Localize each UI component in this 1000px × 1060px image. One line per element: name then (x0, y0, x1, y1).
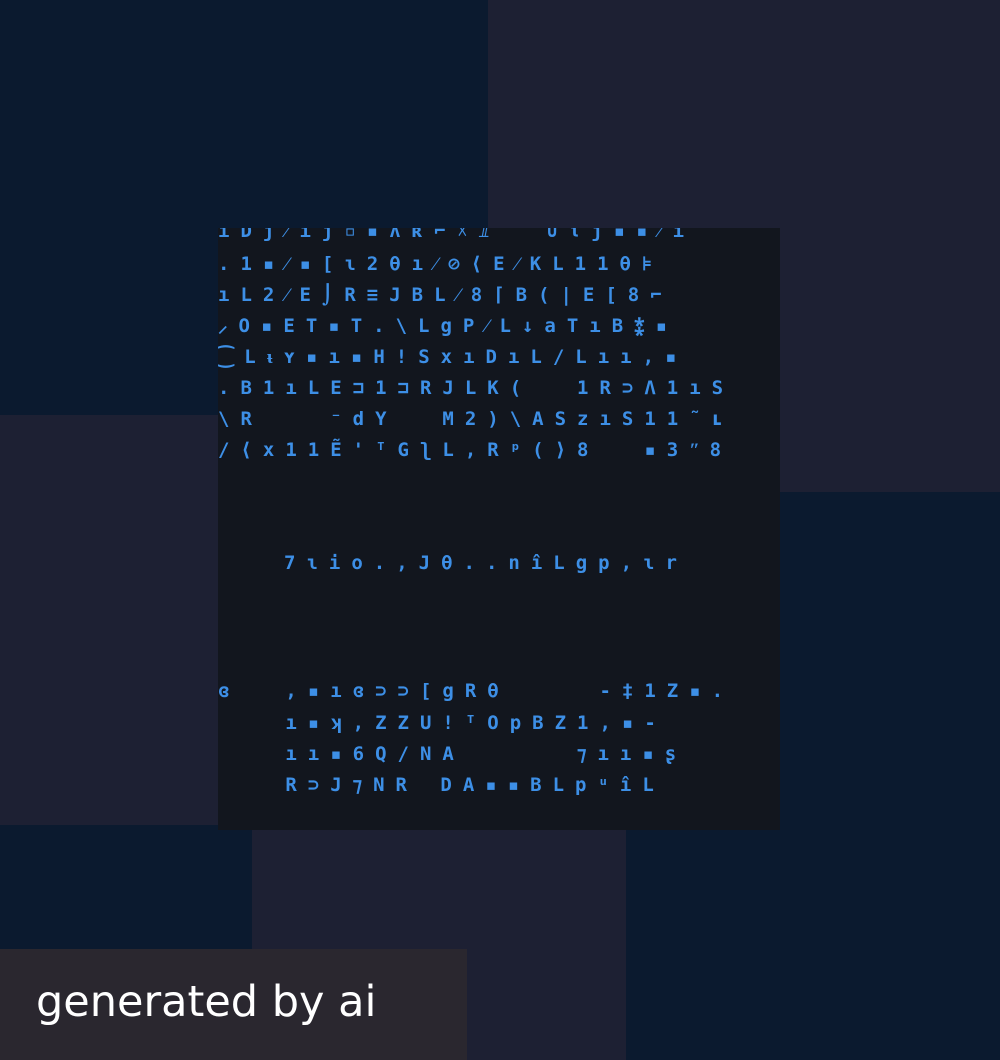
glyph-row: ıL2⁄E⌡R≡JBL⁄8⌈B(|E[8⌐ (218, 284, 673, 306)
glyph-row: ɞ ,▪ıɞ⊃⊃[gRθ -‡1Z▪. (218, 680, 735, 702)
glyph-row: /⟨x11Ẽ'ᵀGʅL,Rᵖ(⟩8 ▪3ʺ8 (218, 439, 733, 461)
glyph-row: .B1ıLE⊐1⊐RJLK( 1R⊃Λ1ıS (218, 377, 735, 399)
glyph-row: \R ⁻dY M2)\ASzıS11˜ʟ (218, 408, 735, 430)
glyph-row: ıı▪6Q/NA ⁊ıı▪ʂ (218, 743, 688, 765)
ai-label: generated by ai (0, 949, 467, 1060)
glyph-row: .1▪⁄▪[ɩ2θı⁄⊘⟨E⁄KL11θ⊧ (218, 253, 663, 275)
glyph-row: ıDj⁄ıȷ▫▪ʌʀ⌐☓ⅈ ∪ιȷ▪▪⁄ı (218, 228, 696, 242)
background-tile (626, 830, 1000, 1060)
glyph-row: ⸝O▪ET▪T.\LgP⁄L↓aTıB⁑▪ (218, 315, 679, 337)
background-tile (0, 415, 218, 825)
glyph-row: R⊃J⁊NR DA▪▪BLpᵘîL (218, 774, 665, 796)
glyph-row: ı▪ʞ,ZZU!ᵀOpBZ1,▪- (218, 712, 667, 734)
glyph-panel: ıDj⁄ıȷ▫▪ʌʀ⌐☓ⅈ ∪ιȷ▪▪⁄ı .1▪⁄▪[ɩ2θı⁄⊘⟨E⁄KL1… (218, 228, 780, 830)
glyph-row: ⁐Lᵼʏ▪ı▪H!SxıDıL/Lıı,▪ (218, 346, 688, 368)
glyph-line-middle: 7ɩio.,Jθ..nîLgp,ɩr (284, 552, 688, 574)
ai-label-text: generated by ai (36, 977, 377, 1027)
